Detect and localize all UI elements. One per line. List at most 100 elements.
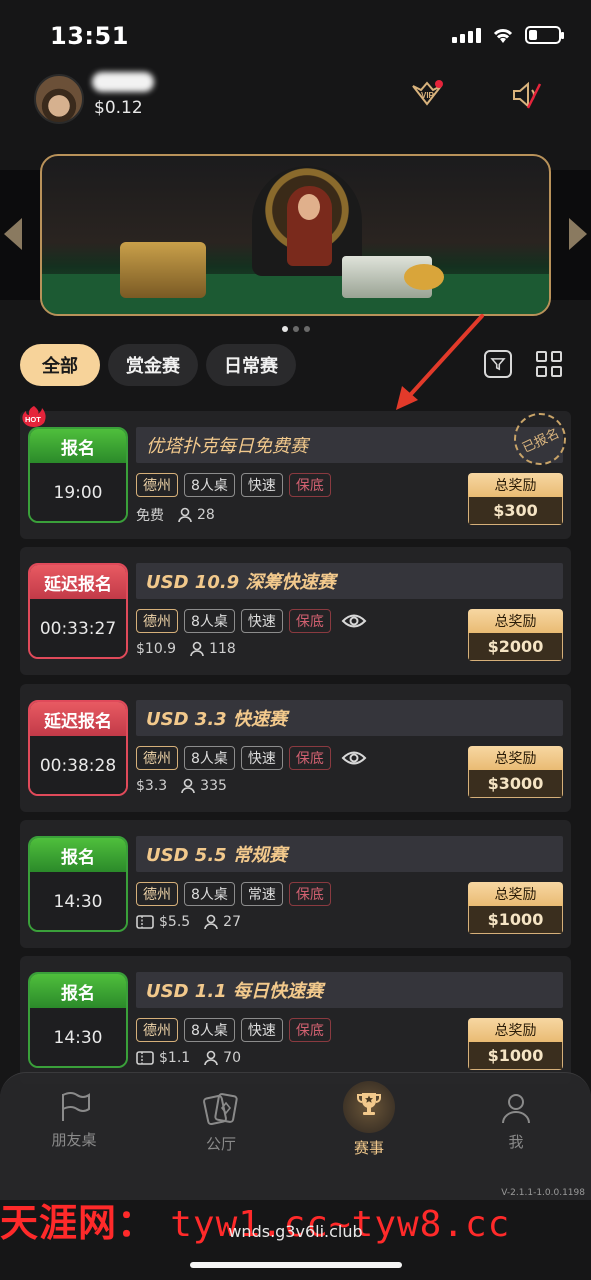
tag-list: 德州 8人桌 快速 保底 xyxy=(136,746,367,770)
register-button[interactable]: 延迟报名 00:33:27 xyxy=(28,563,128,659)
cards-icon xyxy=(203,1093,238,1126)
tournament-title: USD 1.1 每日快速赛 xyxy=(136,972,563,1008)
status-label: 报名 xyxy=(30,974,126,1008)
eye-icon[interactable] xyxy=(341,612,367,630)
tag: 保底 xyxy=(288,1018,331,1042)
tournament-meta: $3.3 335 xyxy=(136,778,227,794)
entry-fee: $5.5 xyxy=(159,914,191,930)
tag: 德州 xyxy=(136,882,178,906)
prize-label: 总奖励 xyxy=(468,746,563,770)
prize-pool: 总奖励 $2000 xyxy=(468,609,563,661)
banner-gold-coins xyxy=(404,264,444,290)
carousel-dot xyxy=(304,326,310,332)
start-time: 00:38:28 xyxy=(30,736,126,794)
tournament-card[interactable]: 延迟报名 00:38:28 USD 3.3 快速赛 德州 8人桌 快速 保底 $3.3 335 总… xyxy=(20,684,571,812)
home-indicator[interactable] xyxy=(190,1262,402,1268)
carousel-prev-icon[interactable] xyxy=(4,218,22,250)
nav-lobby[interactable]: 公厅 xyxy=(171,1091,271,1154)
start-time: 14:30 xyxy=(30,1008,126,1066)
register-button[interactable]: 报名 14:30 xyxy=(28,836,128,932)
eye-icon[interactable] xyxy=(341,749,367,767)
battery-icon xyxy=(525,26,564,44)
annotation-arrow-icon xyxy=(396,314,484,410)
tag: 德州 xyxy=(136,1018,178,1042)
balance: $0.12 xyxy=(94,98,143,118)
carousel-dot xyxy=(293,326,299,332)
sound-muted-icon[interactable] xyxy=(510,80,544,110)
tag: 8人桌 xyxy=(184,1018,235,1042)
register-button[interactable]: 报名 19:00 xyxy=(28,427,128,523)
player-count: 28 xyxy=(197,507,215,523)
tag: 保底 xyxy=(288,609,331,633)
tournament-title: 优塔扑克每日免费赛 xyxy=(136,427,563,463)
grid-view-icon[interactable] xyxy=(536,351,562,377)
prize-amount: $2000 xyxy=(468,633,563,661)
status-label: 延迟报名 xyxy=(30,702,126,736)
carousel-next-icon[interactable] xyxy=(569,218,587,250)
avatar[interactable] xyxy=(34,74,84,124)
players-icon xyxy=(181,778,195,794)
player-count: 70 xyxy=(223,1050,241,1066)
tag: 德州 xyxy=(136,746,178,770)
status-label: 延迟报名 xyxy=(30,565,126,599)
tag: 保底 xyxy=(288,746,331,770)
player-count: 27 xyxy=(223,914,241,930)
start-time: 19:00 xyxy=(30,463,126,521)
tournament-card[interactable]: 报名 19:00 优塔扑克每日免费赛 德州 8人桌 快速 保底 免费 28 总奖励 $300 HOT 已… xyxy=(20,404,575,539)
tab-bounty[interactable]: 赏金赛 xyxy=(108,344,198,386)
tournament-title: USD 5.5 常规赛 xyxy=(136,836,563,872)
tournament-meta: $5.5 27 xyxy=(136,914,241,930)
entry-fee: $1.1 xyxy=(159,1050,191,1066)
svg-text:VIP: VIP xyxy=(421,91,435,100)
vip-icon[interactable]: VIP xyxy=(410,80,444,108)
player-count: 335 xyxy=(200,778,227,794)
tag: 常速 xyxy=(240,882,283,906)
players-icon xyxy=(204,914,218,930)
tag: 8人桌 xyxy=(184,882,235,906)
prize-label: 总奖励 xyxy=(468,473,563,497)
start-time: 14:30 xyxy=(30,872,126,930)
register-button[interactable]: 延迟报名 00:38:28 xyxy=(28,700,128,796)
prize-label: 总奖励 xyxy=(468,882,563,906)
entry-fee: $10.9 xyxy=(136,641,177,657)
prize-amount: $1000 xyxy=(468,1042,563,1070)
tab-daily[interactable]: 日常赛 xyxy=(206,344,296,386)
banner-dealer-face xyxy=(298,194,320,220)
nav-friends-table[interactable]: 朋友桌 xyxy=(24,1091,124,1150)
tag: 德州 xyxy=(136,609,178,633)
tournament-card[interactable]: 报名 14:30 USD 1.1 每日快速赛 德州 8人桌 快速 保底 $1.1 70 总奖励 $1… xyxy=(20,956,571,1084)
url-bar: wnds.g3v6li.club xyxy=(228,1222,363,1241)
nav-profile[interactable]: 我 xyxy=(466,1091,566,1152)
prize-label: 总奖励 xyxy=(468,1018,563,1042)
promo-banner[interactable] xyxy=(40,154,551,316)
signal-icon xyxy=(452,27,481,43)
tag: 保底 xyxy=(288,473,331,497)
bottom-nav: 朋友桌 公厅 赛事 我 xyxy=(0,1072,591,1200)
tag: 8人桌 xyxy=(184,746,235,770)
register-button[interactable]: 报名 14:30 xyxy=(28,972,128,1068)
tag-list: 德州 8人桌 快速 保底 xyxy=(136,473,331,497)
banner-chip-case xyxy=(120,242,206,298)
tag: 快速 xyxy=(240,473,283,497)
tag: 快速 xyxy=(240,746,283,770)
filter-tabs: 全部 赏金赛 日常赛 xyxy=(20,344,296,386)
prize-pool: 总奖励 $3000 xyxy=(468,746,563,798)
players-icon xyxy=(190,641,204,657)
wifi-icon xyxy=(493,29,513,43)
tournament-card[interactable]: 延迟报名 00:33:27 USD 10.9 深筹快速赛 德州 8人桌 快速 保底 $10.9… xyxy=(20,547,571,675)
tag: 保底 xyxy=(288,882,331,906)
nav-label: 朋友桌 xyxy=(51,1131,97,1149)
nav-tournaments[interactable]: 赛事 xyxy=(319,1081,419,1158)
ticket-icon xyxy=(136,915,154,929)
prize-pool: 总奖励 $300 xyxy=(468,473,563,525)
start-time: 00:33:27 xyxy=(30,599,126,657)
status-label: 报名 xyxy=(30,838,126,872)
tab-all[interactable]: 全部 xyxy=(20,344,100,386)
players-icon xyxy=(178,507,192,523)
tournament-meta: $1.1 70 xyxy=(136,1050,241,1066)
tag: 8人桌 xyxy=(184,473,235,497)
flag-icon xyxy=(62,1092,90,1121)
prize-label: 总奖励 xyxy=(468,609,563,633)
tournament-card[interactable]: 报名 14:30 USD 5.5 常规赛 德州 8人桌 常速 保底 $5.5 27 总奖励 $100… xyxy=(20,820,571,948)
registered-stamp: 已报名 xyxy=(505,404,575,474)
